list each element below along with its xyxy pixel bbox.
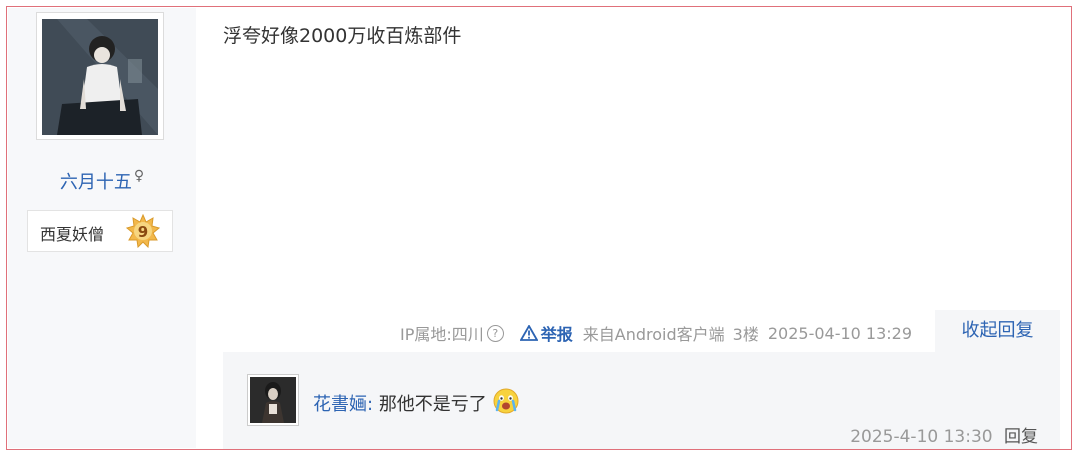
floor-number: 3楼	[732, 325, 759, 344]
collapse-replies-button[interactable]: 收起回复	[935, 310, 1060, 352]
gender-icon: ♀	[133, 168, 145, 184]
author-sidebar: 六月十五 ♀ 西夏妖僧 9	[8, 8, 196, 448]
report-label[interactable]: 举报	[541, 321, 573, 345]
reply-avatar[interactable]	[247, 374, 299, 426]
post-time: 2025-04-10 13:29	[767, 323, 913, 343]
post-floor: 六月十五 ♀ 西夏妖僧 9 浮夸好像2000万收百炼部件 IP属地:四川 ? 举报	[6, 6, 1072, 450]
author-name-text[interactable]: 六月十五	[60, 172, 132, 193]
reply-content: 花書婳: 那他不是亏了	[313, 388, 519, 419]
post-content: 浮夸好像2000万收百炼部件	[223, 25, 462, 47]
level-number: 9	[138, 223, 148, 241]
avatar-image	[42, 19, 158, 135]
post-meta-bar: IP属地:四川 ? 举报 来自Android客户端 3楼 2025-04-10 …	[400, 321, 912, 345]
reply-time: 2025-4-10 13:30	[850, 427, 993, 447]
rank-badge-box: 西夏妖僧 9	[27, 210, 173, 252]
author-avatar[interactable]	[36, 12, 164, 140]
reply-avatar-image	[250, 377, 296, 423]
ip-location: IP属地:四川	[400, 325, 484, 344]
rank-title: 西夏妖僧	[40, 225, 105, 244]
report-button[interactable]: 举报	[519, 321, 573, 345]
reply-section: 花書婳: 那他不是亏了 2025-4-10 13:30 回复	[223, 352, 1060, 449]
warning-icon	[519, 325, 538, 341]
author-username[interactable]: 六月十五 ♀	[8, 168, 196, 194]
reply-text: 那他不是亏了	[378, 394, 487, 415]
reply-button[interactable]: 回复	[1004, 427, 1038, 447]
crying-emoji-icon	[493, 388, 519, 419]
reply-footer: 2025-4-10 13:30 回复	[850, 422, 1038, 447]
reply-username[interactable]: 花書婳:	[313, 394, 373, 415]
help-icon[interactable]: ?	[486, 324, 504, 342]
level-badge-icon: 9	[125, 213, 161, 249]
client-source: 来自Android客户端	[582, 325, 725, 344]
